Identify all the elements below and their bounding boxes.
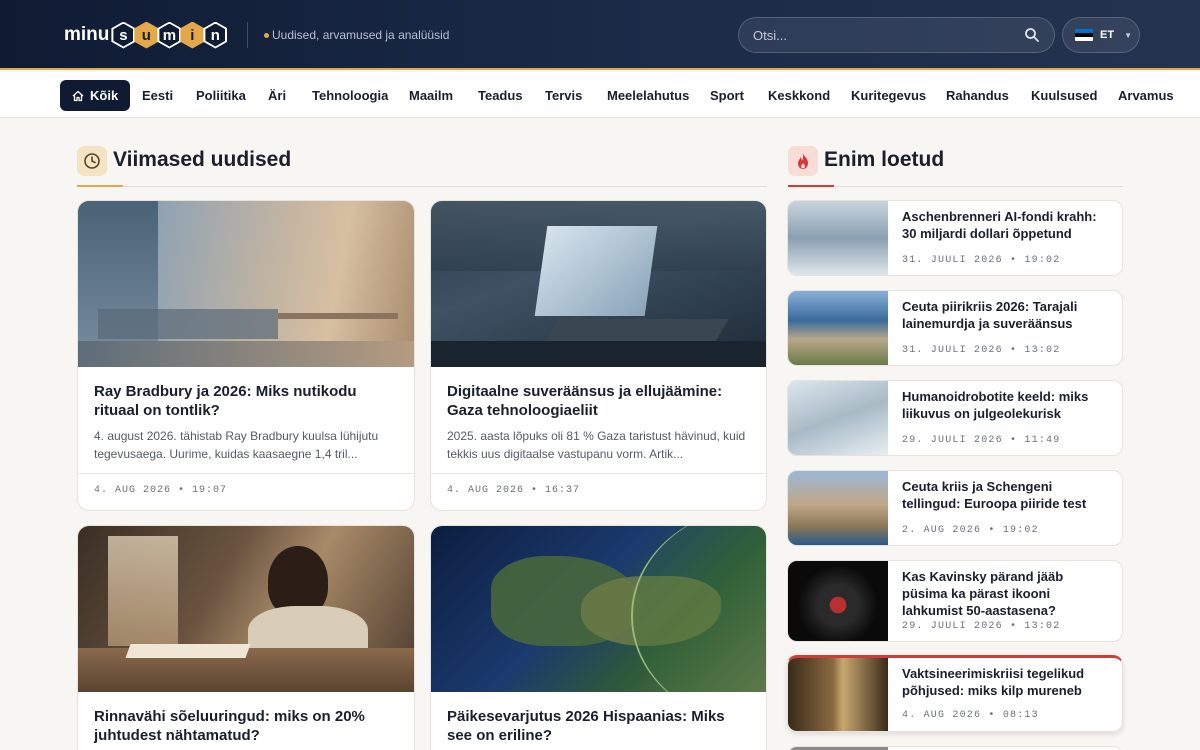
popular-thumb-fortress xyxy=(788,471,888,545)
site-logo[interactable]: minu s u m i n xyxy=(64,21,228,49)
latest-section-accent xyxy=(77,185,123,187)
nav-item-meelelahutus[interactable]: Meelelahutus xyxy=(607,80,689,111)
popular-item-title[interactable]: Ceuta piirikriis 2026: Tarajali lainemur… xyxy=(902,298,1112,332)
logo-hex-n: n xyxy=(203,21,228,49)
nav-item-kuritegevus[interactable]: Kuritegevus xyxy=(851,80,926,111)
article-date: 4. AUG 2026 • 16:37 xyxy=(447,485,581,496)
logo-hex-i: i xyxy=(180,21,205,49)
popular-item-title[interactable]: Aschenbrenneri AI-fondi krahh: 30 miljar… xyxy=(902,208,1112,242)
article-title[interactable]: Ray Bradbury ja 2026: Miks nutikodu ritu… xyxy=(94,382,398,420)
nav-item-tervis[interactable]: Tervis xyxy=(545,80,582,111)
language-selector[interactable]: ET ▼ xyxy=(1062,17,1140,53)
article-image-laptop[interactable] xyxy=(431,201,766,367)
popular-section-rule xyxy=(788,186,1123,187)
nav-item-poliitika[interactable]: Poliitika xyxy=(196,80,246,111)
header-divider xyxy=(247,22,248,48)
logo-hex-s: s xyxy=(111,21,136,49)
popular-item-title[interactable]: Ceuta kriis ja Schengeni tellingud: Euro… xyxy=(902,478,1112,512)
article-date: 4. AUG 2026 • 19:07 xyxy=(94,485,228,496)
popular-item[interactable]: Ceuta piirikriis 2026: Tarajali lainemur… xyxy=(787,290,1123,366)
popular-thumb-performer xyxy=(788,561,888,641)
nav-item-rahandus[interactable]: Rahandus xyxy=(946,80,1009,111)
nav-item-tehnoloogia[interactable]: Tehnoloogia xyxy=(312,80,388,111)
article-title[interactable]: Päikesevarjutus 2026 Hispaanias: Miks se… xyxy=(447,707,750,745)
popular-item[interactable] xyxy=(787,746,1123,750)
search-icon[interactable] xyxy=(1024,27,1040,43)
card-divider xyxy=(78,473,414,474)
popular-item[interactable]: Kas Kavinsky pärand jääb püsima ka päras… xyxy=(787,560,1123,642)
article-title[interactable]: Rinnavähi sõeluuringud: miks on 20% juht… xyxy=(94,707,398,745)
popular-item[interactable]: Ceuta kriis ja Schengeni tellingud: Euro… xyxy=(787,470,1123,546)
popular-item-date: 2. AUG 2026 • 19:02 xyxy=(902,525,1039,536)
popular-item-date: 29. JUULI 2026 • 11:49 xyxy=(902,435,1061,446)
article-excerpt: 2025. aasta lõpuks oli 81 % Gaza taristu… xyxy=(447,429,746,461)
logo-prefix: minu xyxy=(64,24,110,45)
nav-item-keskkond[interactable]: Keskkond xyxy=(768,80,830,111)
card-divider xyxy=(431,473,766,474)
article-card[interactable]: Digitaalne suveräänsus ja ellujäämine: G… xyxy=(430,200,767,511)
fire-icon xyxy=(788,146,818,176)
popular-item-date: 29. JUULI 2026 • 13:02 xyxy=(902,621,1061,632)
popular-item-date: 4. AUG 2026 • 08:13 xyxy=(902,710,1039,721)
popular-section-title: Enim loetud xyxy=(824,148,945,171)
tagline-dot xyxy=(264,32,269,38)
popular-item-title[interactable]: Vaktsineerimiskriisi tegelikud põhjused:… xyxy=(902,665,1112,699)
logo-hex-m: m xyxy=(157,21,182,49)
nav-item-kuulsused[interactable]: Kuulsused xyxy=(1031,80,1097,111)
category-nav: Kõik Eesti Poliitika Äri Tehnoloogia Maa… xyxy=(0,72,1200,118)
chevron-down-icon: ▼ xyxy=(1124,30,1132,40)
nav-item-teadus[interactable]: Teadus xyxy=(478,80,523,111)
latest-section-title: Viimased uudised xyxy=(113,148,292,171)
tagline-text: Uudised, arvamused ja analüüsid xyxy=(272,28,450,42)
site-tagline: Uudised, arvamused ja analüüsid xyxy=(264,28,449,42)
site-header: minu s u m i n Uudised, arvamused ja ana… xyxy=(0,0,1200,70)
popular-thumb-office xyxy=(788,201,888,275)
popular-thumb-robot xyxy=(788,381,888,455)
clock-icon xyxy=(77,146,107,176)
language-code: ET xyxy=(1100,29,1115,41)
article-card[interactable]: Rinnavähi sõeluuringud: miks on 20% juht… xyxy=(77,525,415,750)
search-input[interactable] xyxy=(753,27,1024,43)
popular-thumb-corridor xyxy=(788,658,888,731)
nav-item-eesti[interactable]: Eesti xyxy=(142,80,173,111)
latest-section-rule xyxy=(77,186,767,187)
logo-hex-u: u xyxy=(134,21,159,49)
nav-item-koik[interactable]: Kõik xyxy=(60,80,131,111)
popular-item-title[interactable]: Humanoidrobotite keeld: miks liikuvus on… xyxy=(902,388,1112,422)
estonia-flag-icon xyxy=(1075,29,1093,41)
popular-item-title[interactable]: Kas Kavinsky pärand jääb püsima ka päras… xyxy=(902,568,1112,619)
popular-section-accent xyxy=(788,185,834,187)
search-box[interactable] xyxy=(738,17,1055,53)
article-image-eclipse-map[interactable] xyxy=(431,526,766,692)
article-excerpt: 4. august 2026. tähistab Ray Bradbury ku… xyxy=(94,429,379,461)
nav-item-maailm[interactable]: Maailm xyxy=(409,80,453,111)
nav-item-ari[interactable]: Äri xyxy=(268,80,286,111)
popular-item-date: 31. JUULI 2026 • 19:02 xyxy=(902,255,1061,266)
article-card[interactable]: Päikesevarjutus 2026 Hispaanias: Miks se… xyxy=(430,525,767,750)
home-icon xyxy=(72,90,84,101)
popular-item-highlighted[interactable]: Vaktsineerimiskriisi tegelikud põhjused:… xyxy=(787,655,1123,732)
article-image-kitchen[interactable] xyxy=(78,201,414,367)
nav-item-sport[interactable]: Sport xyxy=(710,80,744,111)
nav-item-arvamus[interactable]: Arvamus xyxy=(1118,80,1174,111)
article-title[interactable]: Digitaalne suveräänsus ja ellujäämine: G… xyxy=(447,382,750,420)
popular-item-date: 31. JUULI 2026 • 13:02 xyxy=(902,345,1061,356)
popular-item[interactable]: Aschenbrenneri AI-fondi krahh: 30 miljar… xyxy=(787,200,1123,276)
article-card[interactable]: Ray Bradbury ja 2026: Miks nutikodu ritu… xyxy=(77,200,415,511)
article-image-woman-reading[interactable] xyxy=(78,526,414,692)
popular-item[interactable]: Humanoidrobotite keeld: miks liikuvus on… xyxy=(787,380,1123,456)
popular-thumb-coast xyxy=(788,291,888,365)
